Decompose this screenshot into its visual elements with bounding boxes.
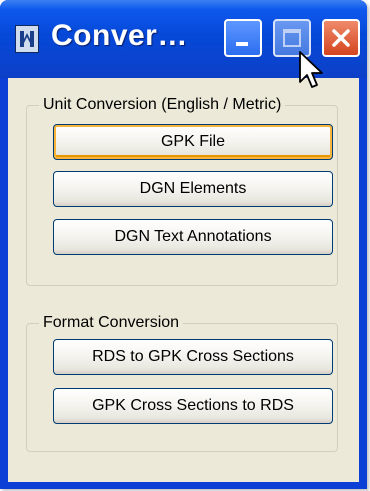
- window-title: Conver…: [51, 19, 188, 52]
- mouse-pointer-icon: [299, 51, 323, 88]
- gpk-file-button[interactable]: GPK File: [53, 124, 333, 160]
- close-button[interactable]: [322, 19, 360, 57]
- format-conversion-group: Format Conversion: [26, 314, 338, 452]
- gpk-to-rds-button[interactable]: GPK Cross Sections to RDS: [53, 388, 333, 424]
- format-conversion-legend: Format Conversion: [43, 314, 180, 331]
- dgn-elements-button[interactable]: DGN Elements: [53, 171, 333, 207]
- minimize-icon: [236, 42, 248, 46]
- dgn-text-annotations-button[interactable]: DGN Text Annotations: [53, 219, 333, 255]
- client-area: Unit Conversion (English / Metric) Forma…: [8, 78, 359, 482]
- app-icon[interactable]: [15, 25, 39, 53]
- window-bottom-border: [8, 482, 359, 489]
- close-icon: [332, 29, 350, 47]
- rds-to-gpk-button[interactable]: RDS to GPK Cross Sections: [53, 339, 333, 375]
- maximize-icon: [283, 29, 301, 47]
- unit-conversion-legend: Unit Conversion (English / Metric): [43, 96, 282, 113]
- minimize-button[interactable]: [224, 19, 262, 57]
